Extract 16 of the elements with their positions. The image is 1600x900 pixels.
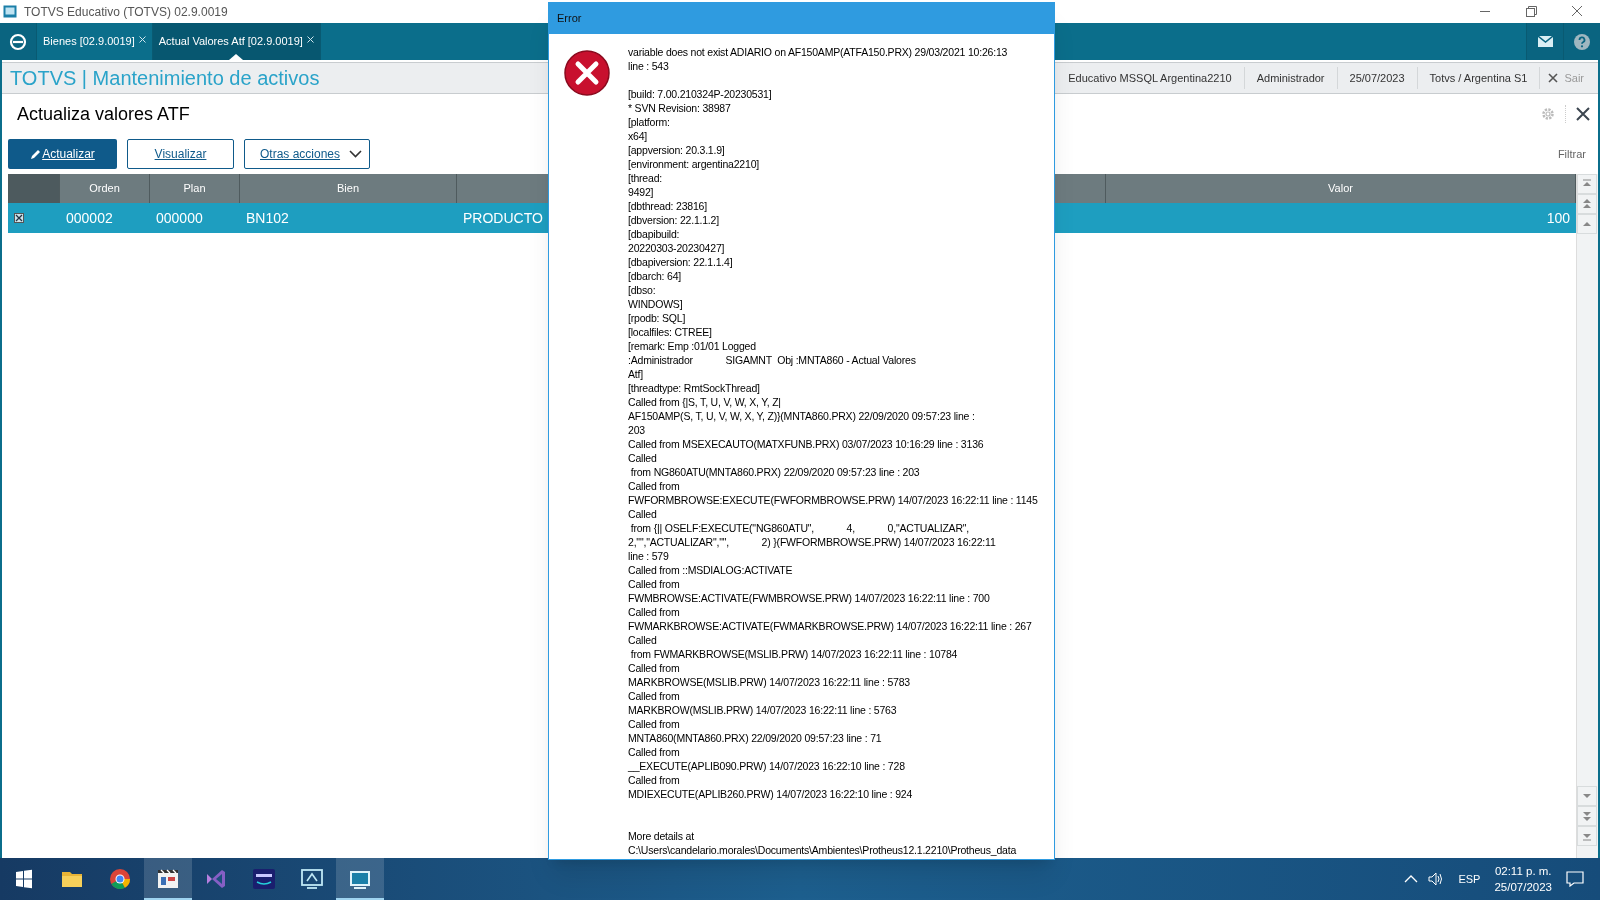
- header-info: 25/07/2023: [1337, 67, 1418, 89]
- table-cell: 000000: [156, 209, 203, 226]
- header-info: Administrador: [1244, 67, 1338, 89]
- error-message: More details at C:\Users\candelario.morales\Documents\Ambientes\Protheus12.1.2210\Protheus_data: [628, 829, 1018, 857]
- table-cell: PRODUCTO: [463, 209, 543, 226]
- error-message: variable does not exist ADIARIO on AF150AMP(ATFA150.PRX) 29/03/2021 10:26:13 line : 543: [628, 45, 1009, 73]
- table-cell: BN102: [246, 209, 289, 226]
- page-title: Actualiza valores ATF: [17, 102, 190, 126]
- error-message: [build: 7.00.210324P-20230531] * SVN Revision: 38987 [platform: x64] [appversion: 20.3.1.9] [environment: argentina2210] [thread: 9492] [dbthread: 23816] [dbversion: 22.1.1.2] [dbapibuild: 20220303-20230427] [dbapiversion: 22.1.1.4] [dbarch: 64] [dbso: WINDOWS] [rpodb: SQL] [localfiles: CTREE] [remark: Emp :01/01 Logged :Administrador SIGAMNT Obj :MNTA860 - Actual Valores Atf] [threadtype: RmtSockThread] Called from {|S, T, U, V, W, X, Y, Z| AF150AMP(S, T, U, V, W, X, Y, Z)}(MNTA860.PRX) 22/09/2020 09:57:23 line : 203 Called from MSEXECAUTO(MATXFUNB.PRX) 03/07/2023 10:16:29 line : 3136 Called from NG860ATU(MNTA860.PRX) 22/09/2020 09:57:23 line : 203 Called from FWFORMBROWSE:EXECUTE(FWFORMBROWSE.PRW) 14/07/2023 16:22:11 line : 1145 Called from {|| OSELF:EXECUTE("NG860ATU", 4, 0,"ACTUALIZAR", 2,"","ACTUALIZAR","", 2) }(FWFORMBROWSE.PRW) 14/07/2023 16:22:11 line : 579 Called from ::MSDIALOG:ACTIVATE Called from FWMBROWSE:ACTIVATE(FWMBROWSE.PRW) 14/07/2023 16:22:11 line : 700 Called from FWMARKBROWSE:ACTIVATE(FWMARKBROWSE.PRW) 14/07/2023 16:22:11 line : 267 Called from FWMARKBROWSE(MSLIB.PRW) 14/07/2023 16:22:11 line : 10784 Called from MARKBROWSE(MSLIB.PRW) 14/07/2023 16:22:11 line : 5783 Called from MARKBROW(MSLIB.PRW) 14/07/2023 16:22:11 line : 5763 Called from MNTA860(MNTA860.PRX) 22/09/2020 09:57:23 line : 71 Called from __EXECUTE(APLIB090.PRW) 14/07/2023 16:22:10 line : 728 Called from MDIEXECUTE(APLIB260.PRW) 14/07/2023 16:22:10 line : 924: [628, 87, 1038, 801]
- table-cell: 000002: [66, 209, 113, 226]
- table-cell: 100: [1546, 209, 1570, 226]
- module-title: TOTVS | Mantenimiento de activos: [10, 66, 320, 91]
- dialog-title: Error: [549, 3, 1054, 34]
- header-info: Educativo MSSQL Argentina2210: [1056, 67, 1245, 89]
- header-info: Totvs / Argentina S1: [1417, 67, 1541, 89]
- window-title: TOTVS Educativo (TOTVS) 02.9.0019: [24, 3, 228, 21]
